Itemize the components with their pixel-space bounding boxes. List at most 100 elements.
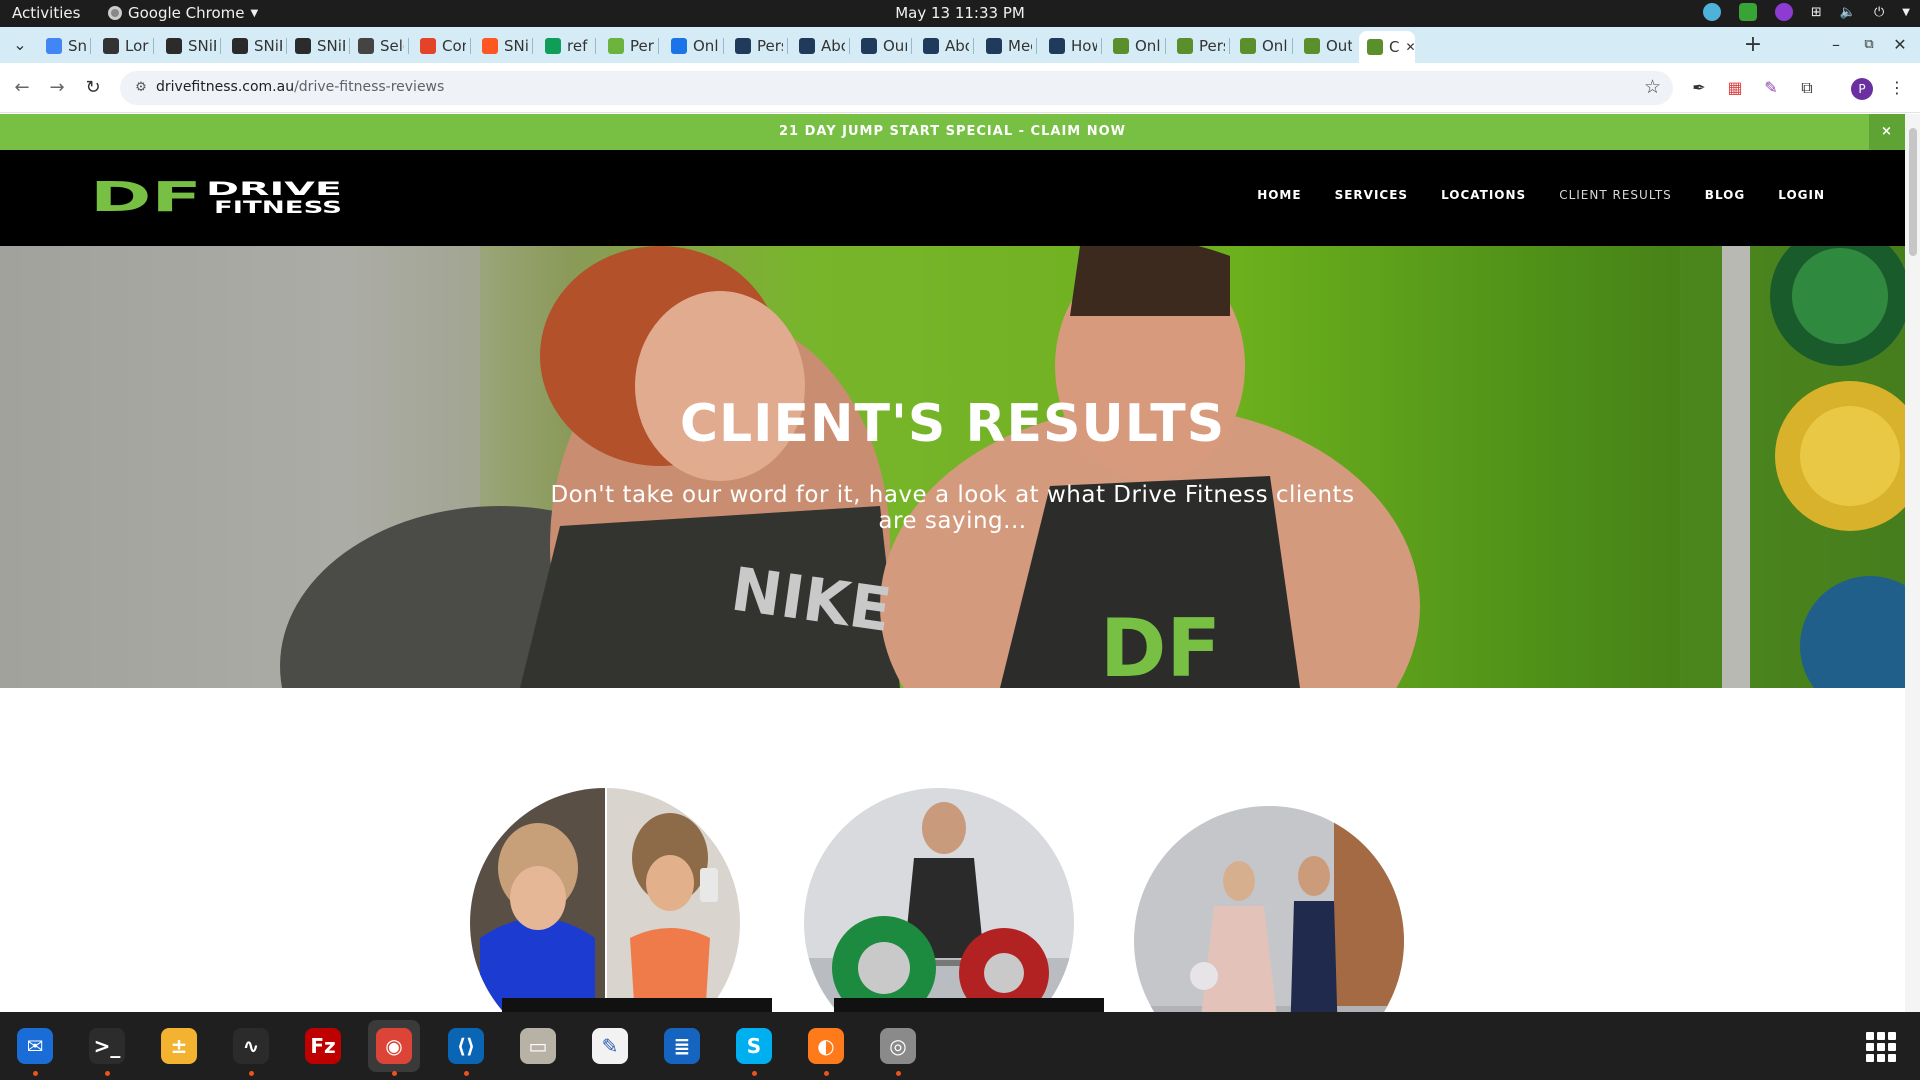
tab-title: Snip — [68, 36, 86, 55]
text-editor-launcher[interactable]: ✎ — [584, 1020, 636, 1072]
disk-utility-launcher[interactable]: ◎ — [872, 1020, 924, 1076]
scrollbar-thumb[interactable] — [1909, 128, 1917, 256]
browser-tab[interactable]: Abo — [791, 32, 845, 59]
sync-icon[interactable] — [1702, 3, 1721, 21]
thunderbird-icon: ✉ — [17, 1028, 53, 1064]
browser-tab[interactable]: How — [1041, 32, 1097, 59]
browser-tab[interactable]: Outc — [1296, 32, 1352, 59]
libreoffice-writer-launcher[interactable]: ≣ — [656, 1020, 708, 1072]
tab-title: Abo — [945, 36, 969, 55]
nav-link-blog[interactable]: BLOG — [1705, 188, 1745, 202]
new-tab-button[interactable]: + — [1741, 33, 1765, 57]
tab-favicon-icon — [799, 37, 815, 54]
clock[interactable]: May 13 11:33 PM — [0, 4, 1920, 22]
promo-text[interactable]: 21 DAY JUMP START SPECIAL - CLAIM NOW — [779, 124, 1126, 139]
browser-tab[interactable]: Mee — [978, 32, 1032, 59]
browser-tab[interactable]: SNiP — [287, 32, 345, 59]
show-apps-grid-icon[interactable] — [1866, 1032, 1896, 1062]
calendar-extension-icon[interactable]: ▦ — [1724, 77, 1746, 99]
nav-link-client-results[interactable]: CLIENT RESULTS — [1559, 188, 1672, 202]
hero-subtitle: Don't take our word for it, have a look … — [550, 482, 1355, 534]
terminal-launcher[interactable]: >_ — [81, 1020, 133, 1076]
terminal-icon: >_ — [89, 1028, 125, 1064]
result-card-deadlift[interactable] — [804, 788, 1074, 1012]
restore-window-button[interactable]: ⧉ — [1857, 33, 1881, 57]
hero-title: CLIENT'S RESULTS — [679, 394, 1226, 454]
calculator-launcher[interactable]: ± — [153, 1020, 205, 1072]
browser-tab[interactable]: Lore — [95, 32, 149, 59]
close-window-button[interactable]: ✕ — [1888, 33, 1912, 57]
site-info-icon[interactable]: ⚙ — [132, 79, 150, 97]
vscode-icon: ⟨⟩ — [448, 1028, 484, 1064]
minimize-window-button[interactable]: – — [1824, 33, 1848, 57]
nav-link-locations[interactable]: LOCATIONS — [1441, 188, 1526, 202]
eyedropper-extension-icon[interactable]: ✒ — [1688, 77, 1710, 99]
bookmark-star-icon[interactable]: ☆ — [1644, 76, 1661, 98]
browser-tab[interactable]: SNiP — [224, 32, 282, 59]
logo-drive-text: DRIVE — [206, 178, 342, 200]
filezilla-launcher[interactable]: Fz — [297, 1020, 349, 1072]
firefox-tray-icon[interactable] — [1774, 3, 1793, 21]
check-shield-icon[interactable] — [1738, 3, 1757, 21]
tray-caret-icon[interactable]: ▼ — [1902, 7, 1910, 18]
browser-tab[interactable]: Pers — [1169, 32, 1225, 59]
vscode-launcher[interactable]: ⟨⟩ — [440, 1020, 492, 1076]
url-text[interactable]: drivefitness.com.au/drive-fitness-review… — [156, 79, 444, 95]
tab-search-icon[interactable]: ⌄ — [8, 33, 32, 57]
nav-link-services[interactable]: SERVICES — [1335, 188, 1408, 202]
tab-separator — [90, 38, 91, 54]
promo-banner[interactable]: 21 DAY JUMP START SPECIAL - CLAIM NOW × — [0, 114, 1905, 150]
running-indicator — [464, 1071, 469, 1076]
back-button[interactable]: ← — [9, 75, 35, 101]
browser-tab[interactable]: ref - — [537, 32, 591, 59]
reload-button[interactable]: ↻ — [80, 75, 106, 101]
browser-tab[interactable]: Snip — [38, 32, 86, 59]
browser-tab[interactable]: Com — [412, 32, 466, 59]
tab-separator — [658, 38, 659, 54]
pen-extension-icon[interactable]: ✎ — [1760, 77, 1782, 99]
deadlift-photo — [804, 788, 1074, 1012]
browser-tab[interactable]: Abo — [915, 32, 969, 59]
result-card-before-after[interactable] — [470, 788, 740, 1012]
tab-favicon-icon — [671, 37, 687, 54]
volume-icon[interactable]: 🔈 — [1840, 5, 1856, 20]
browser-tab[interactable]: Onli — [1105, 32, 1161, 59]
result-card-wedding[interactable] — [1134, 806, 1404, 1012]
wedding-photo — [1134, 806, 1404, 1012]
files-launcher[interactable]: ▭ — [512, 1020, 564, 1072]
tab-close-icon[interactable]: ✕ — [1405, 40, 1415, 54]
tab-favicon-icon — [295, 37, 311, 54]
running-indicator — [105, 1071, 110, 1076]
browser-tab[interactable]: SNiP — [158, 32, 216, 59]
browser-tab[interactable]: Onli — [1232, 32, 1288, 59]
browser-tab[interactable]: Our — [853, 32, 907, 59]
address-bar[interactable]: ⚙ drivefitness.com.au/drive-fitness-revi… — [120, 71, 1673, 105]
firefox-dev-launcher[interactable]: ◐ — [800, 1020, 852, 1076]
network-icon[interactable]: ⊞ — [1811, 5, 1822, 20]
browser-tab[interactable]: Pers — [727, 32, 783, 59]
page-scrollbar[interactable] — [1905, 114, 1920, 1012]
browser-tab[interactable]: SNiP — [474, 32, 528, 59]
browser-tab[interactable]: Sele — [350, 32, 404, 59]
running-indicator — [392, 1071, 397, 1076]
system-monitor-launcher[interactable]: ∿ — [225, 1020, 277, 1076]
extensions-puzzle-icon[interactable]: ⧉ — [1796, 77, 1818, 99]
drive-fitness-logo[interactable]: DF DRIVE FITNESS — [90, 177, 342, 217]
chrome-menu-icon[interactable]: ⋮ — [1886, 77, 1908, 99]
thunderbird-launcher[interactable]: ✉ — [9, 1020, 61, 1076]
profile-avatar[interactable]: P — [1851, 78, 1873, 100]
power-icon[interactable]: ⏻ — [1874, 5, 1884, 20]
system-tray[interactable]: ⊞ 🔈 ⏻ ▼ — [1702, 3, 1910, 21]
browser-tab[interactable]: C ✕ — [1359, 31, 1415, 63]
tab-favicon-icon — [103, 37, 119, 54]
tab-favicon-icon — [861, 37, 877, 54]
browser-tab[interactable]: Onli — [663, 32, 719, 59]
nav-link-login[interactable]: LOGIN — [1778, 188, 1825, 202]
nav-link-home[interactable]: HOME — [1257, 188, 1301, 202]
skype-launcher[interactable]: S — [728, 1020, 780, 1076]
chrome-launcher[interactable]: ◉ — [368, 1020, 420, 1076]
tab-favicon-icon — [1367, 39, 1383, 55]
promo-close-button[interactable]: × — [1869, 114, 1905, 150]
browser-tab[interactable]: Pers — [600, 32, 654, 59]
forward-button[interactable]: → — [44, 75, 70, 101]
